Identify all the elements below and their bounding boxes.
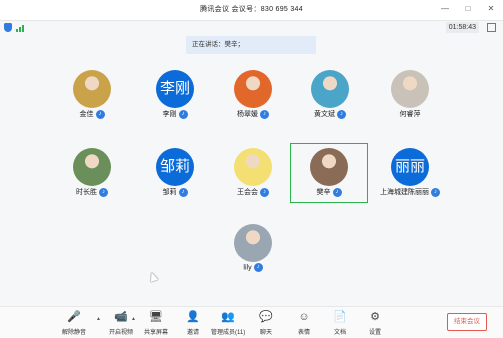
participant-tile[interactable]: 李刚 李刚 ♪ — [136, 66, 214, 126]
microphone-icon: ♪ — [99, 187, 108, 197]
participant-name: 李刚 — [162, 111, 177, 118]
toolbar-item[interactable]: ⚙ 设置 — [358, 310, 392, 336]
participant-tile[interactable]: 丽丽 上海城建陈丽丽 ♪ — [371, 144, 449, 204]
toolbar-item-icon: ⚙ — [370, 311, 380, 323]
shield-icon[interactable] — [4, 23, 12, 32]
participant-tile[interactable]: 时长胜 ♪ — [53, 144, 131, 204]
participant-avatar — [391, 70, 429, 108]
toolbar-item[interactable]: 🎤 解除静音 — [57, 310, 91, 336]
toolbar-item[interactable]: 👥 管理成员(11) — [211, 310, 245, 336]
participant-tile[interactable]: 王会会 ♪ — [214, 144, 292, 204]
toolbar-item-label: 共享屏幕 — [143, 330, 168, 336]
end-meeting-button[interactable]: 结束会议 — [447, 313, 487, 331]
microphone-icon: ♪ — [178, 109, 188, 119]
toolbar-item[interactable]: ☺ 表情 — [287, 310, 321, 336]
participant-avatar: 丽丽 — [391, 148, 429, 186]
window-controls: — □ ✕ — [439, 3, 497, 15]
toolbar-item-label: 解除静音 — [61, 330, 86, 336]
participant-name-label: 杨翠媛 ♪ — [214, 109, 292, 119]
toolbar-item[interactable]: 📹 开启视频 — [104, 310, 138, 336]
microphone-icon: ♪ — [253, 263, 263, 272]
participant-name: 樊辛 — [316, 189, 331, 196]
participant-tile[interactable]: 杨翠媛 ♪ — [214, 66, 292, 126]
participant-tile[interactable]: 樊辛 ♪ — [290, 143, 368, 203]
toolbar-item[interactable]: 📄 文档 — [323, 310, 357, 336]
participant-name: 黄文斌 — [314, 111, 335, 118]
participant-name: 上海城建陈丽丽 — [380, 189, 429, 196]
toolbar-item-icon: 👤 — [186, 311, 200, 323]
participant-avatar: 李刚 — [156, 70, 194, 108]
microphone-icon: ♪ — [178, 187, 188, 197]
toolbar-item-icon: ☺ — [298, 311, 310, 323]
microphone-icon: ♪ — [260, 109, 269, 119]
participant-name: 杨翠媛 — [237, 111, 258, 118]
maximize-button[interactable]: □ — [462, 3, 474, 15]
participant-tile[interactable]: 邹莉 邹莉 ♪ — [136, 144, 214, 204]
microphone-icon: ♪ — [337, 109, 346, 119]
participant-avatar — [234, 148, 272, 186]
signal-icon[interactable] — [16, 24, 24, 32]
audio-options-caret-icon[interactable]: ▲ — [96, 316, 101, 322]
participant-tile[interactable]: 金佳 ♪ — [53, 66, 131, 126]
participant-avatar — [73, 70, 111, 108]
microphone-icon: ♪ — [332, 187, 342, 197]
participant-name: 何睿萍 — [399, 111, 421, 118]
participant-name: 王会会 — [237, 189, 258, 196]
participant-name-label: 李刚 ♪ — [136, 109, 214, 119]
participant-name-label: 樊辛 ♪ — [291, 187, 367, 197]
window-title: 腾讯会议 会议号：830 695 344 — [200, 6, 303, 13]
title-bar: 腾讯会议 会议号：830 695 344 — □ ✕ — [0, 0, 503, 21]
status-bar: 01:58:43 — [0, 21, 503, 34]
toolbar-item-icon: 🖥 — [149, 311, 163, 323]
participant-avatar — [73, 148, 111, 186]
toolbar-item[interactable]: 🖥 共享屏幕 — [139, 310, 173, 336]
toolbar-item-label: 文档 — [333, 330, 346, 336]
microphone-icon: ♪ — [95, 109, 105, 119]
participant-tile[interactable]: 黄文斌 ♪ — [291, 66, 369, 126]
participant-name-label: 邹莉 ♪ — [136, 187, 214, 197]
meeting-toolbar: 🎤 解除静音 📹 开启视频 🖥 共享屏幕 👤 邀请 👥 管理成员(11) 💬 聊天 ☺ 表情 📄 文档 ⚙ 设置 … — [0, 306, 503, 338]
toolbar-item-icon: 📹 — [114, 311, 128, 323]
toolbar-item-label: 开启视频 — [108, 330, 133, 336]
participant-name: 邹莉 — [162, 189, 177, 196]
participant-name-label: 时长胜 ♪ — [53, 187, 131, 197]
participant-name: lily — [243, 264, 252, 272]
participant-name-label: 金佳 ♪ — [53, 109, 131, 119]
participant-name-label: 黄文斌 ♪ — [291, 109, 369, 119]
toolbar-item-label: 聊天 — [259, 330, 272, 336]
toolbar-item-label: 邀请 — [186, 330, 199, 336]
participant-name-label: lily ♪ — [214, 263, 292, 272]
mouse-cursor-icon — [147, 270, 159, 283]
video-options-caret-icon[interactable]: ▲ — [131, 316, 136, 322]
toolbar-item-icon: 💬 — [259, 311, 273, 323]
participant-tile[interactable]: lily ♪ — [214, 220, 292, 280]
fullscreen-icon[interactable] — [487, 23, 496, 32]
participant-avatar — [311, 70, 349, 108]
toolbar-item-icon: 📄 — [333, 311, 347, 323]
toolbar-item[interactable]: 👤 邀请 — [176, 310, 210, 336]
minimize-button[interactable]: — — [439, 3, 451, 15]
participant-name-label: 王会会 ♪ — [214, 187, 292, 197]
speaking-indicator: 正在讲话：樊辛； — [186, 36, 316, 54]
participant-name-label: 何睿萍 — [371, 109, 449, 119]
toolbar-item-icon: 👥 — [221, 311, 235, 323]
microphone-icon: ♪ — [260, 187, 269, 197]
microphone-icon: ♪ — [431, 187, 440, 197]
meeting-timer: 01:58:43 — [445, 22, 479, 33]
participant-name: 金佳 — [79, 111, 94, 118]
close-button[interactable]: ✕ — [485, 3, 497, 15]
toolbar-item-label: 设置 — [368, 330, 381, 336]
toolbar-item-icon: 🎤 — [67, 311, 81, 323]
participant-name: 时长胜 — [76, 189, 97, 196]
toolbar-item-label: 管理成员(11) — [211, 330, 246, 336]
participant-avatar: 邹莉 — [156, 148, 194, 186]
participant-name-label: 上海城建陈丽丽 ♪ — [371, 187, 449, 197]
toolbar-item[interactable]: 💬 聊天 — [249, 310, 283, 336]
participant-avatar — [234, 70, 272, 108]
participant-avatar — [234, 224, 272, 262]
toolbar-item-label: 表情 — [297, 330, 310, 336]
participant-avatar — [310, 148, 348, 186]
participant-tile[interactable]: 何睿萍 — [371, 66, 449, 126]
